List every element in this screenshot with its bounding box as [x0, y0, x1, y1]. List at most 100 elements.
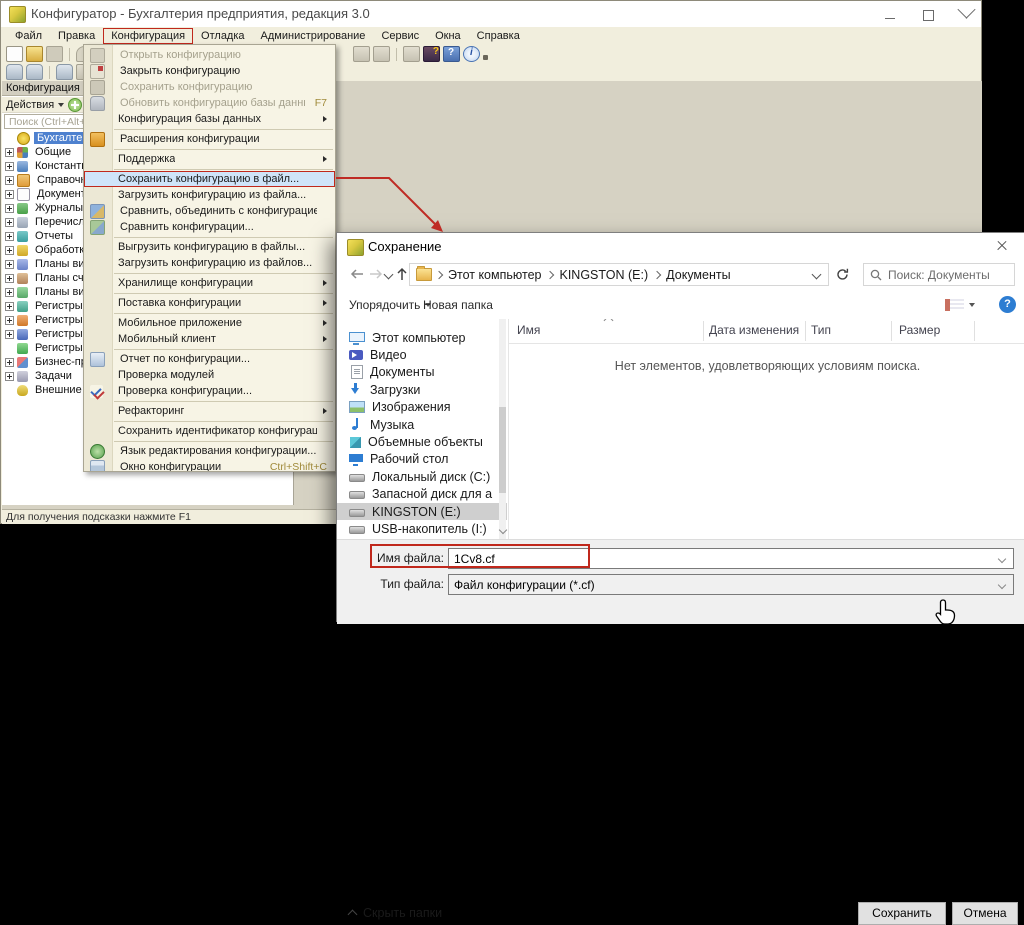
menu-item[interactable]: Закрыть конфигурацию: [84, 63, 335, 79]
up-button[interactable]: [395, 267, 409, 281]
back-button[interactable]: [349, 267, 365, 281]
navigation-item[interactable]: Загрузки: [337, 381, 507, 398]
menu-item[interactable]: Расширения конфигурации: [84, 131, 335, 147]
toolbar-overflow-button[interactable]: [483, 55, 488, 60]
menu-item[interactable]: Сравнить конфигурации...: [84, 219, 335, 235]
organize-button[interactable]: Упорядочить: [349, 298, 431, 312]
menu-bar-item[interactable]: Справка: [469, 28, 528, 44]
menu-item[interactable]: Проверка конфигурации...: [84, 383, 335, 399]
refresh-button[interactable]: [835, 267, 850, 282]
about-icon[interactable]: [463, 46, 480, 62]
navigation-item[interactable]: Этот компьютер: [337, 329, 507, 346]
file-name-input[interactable]: 1Cv8.cf: [448, 548, 1014, 569]
menu-bar-item[interactable]: Отладка: [193, 28, 252, 44]
expand-icon[interactable]: [5, 204, 14, 213]
menu-item[interactable]: Окно конфигурации Ctrl+Shift+C: [84, 459, 335, 472]
menu-item[interactable]: Выгрузить конфигурацию в файлы...: [84, 239, 335, 255]
menu-item[interactable]: Сравнить, объединить с конфигурацией из …: [84, 203, 335, 219]
column-header-type[interactable]: Тип: [811, 323, 831, 337]
column-header-date[interactable]: Дата изменения: [709, 323, 799, 337]
menu-item[interactable]: Обновить конфигурацию базы данных F7: [84, 95, 335, 111]
menu-item[interactable]: Язык редактирования конфигурации...: [84, 443, 335, 459]
expand-icon[interactable]: [5, 260, 14, 269]
recent-locations-button[interactable]: [384, 270, 394, 280]
breadcrumb-item[interactable]: Документы: [660, 268, 736, 282]
navigation-item[interactable]: Документы: [337, 364, 507, 381]
forward-button[interactable]: [368, 267, 384, 281]
address-dropdown-button[interactable]: [812, 270, 822, 280]
navigation-item[interactable]: Видео: [337, 346, 507, 363]
cancel-button[interactable]: Отмена: [952, 902, 1018, 925]
navigation-item[interactable]: KINGSTON (E:): [337, 503, 507, 520]
navigation-item[interactable]: Музыка: [337, 416, 507, 433]
view-mode-button[interactable]: [945, 299, 975, 311]
hide-folders-button[interactable]: Скрыть папки: [349, 906, 442, 920]
find-icon[interactable]: [353, 46, 370, 62]
navigation-item[interactable]: Рабочий стол: [337, 451, 507, 468]
column-header-size[interactable]: Размер: [899, 323, 940, 337]
navigation-item[interactable]: Локальный диск (C:): [337, 468, 507, 485]
menu-item[interactable]: Проверка модулей: [84, 367, 335, 383]
menu-item[interactable]: Рефакторинг: [84, 403, 335, 419]
new-folder-button[interactable]: Новая папка: [423, 298, 493, 312]
menu-item[interactable]: Поставка конфигурации: [84, 295, 335, 311]
navigation-item[interactable]: Запасной диск для а: [337, 486, 507, 503]
menu-item[interactable]: Поддержка: [84, 151, 335, 167]
menu-item[interactable]: Загрузить конфигурацию из файлов...: [84, 255, 335, 271]
menu-item[interactable]: Конфигурация базы данных: [84, 111, 335, 127]
configuration-storage-icon[interactable]: [6, 64, 23, 80]
expand-icon[interactable]: [5, 246, 14, 255]
expand-icon[interactable]: [5, 176, 14, 185]
menu-item[interactable]: Отчет по конфигурации...: [84, 351, 335, 367]
expand-icon[interactable]: [5, 302, 14, 311]
breadcrumb-item[interactable]: Этот компьютер: [442, 268, 547, 282]
menu-item[interactable]: Сохранить конфигурацию: [84, 79, 335, 95]
menu-item[interactable]: Мобильное приложение: [84, 315, 335, 331]
menu-item[interactable]: Мобильный клиент: [84, 331, 335, 347]
expand-icon[interactable]: [5, 330, 14, 339]
expand-icon[interactable]: [5, 316, 14, 325]
windows-icon[interactable]: [403, 46, 420, 62]
column-header-name[interactable]: Имя: [517, 323, 540, 337]
dialog-close-button[interactable]: [989, 238, 1015, 254]
sidebar-scrollbar[interactable]: [499, 319, 506, 539]
help-button[interactable]: ?: [999, 296, 1016, 313]
expand-icon[interactable]: [5, 218, 14, 227]
find-next-icon[interactable]: [373, 46, 390, 62]
scroll-down-icon[interactable]: [499, 526, 507, 534]
database-icon[interactable]: [26, 64, 43, 80]
add-icon[interactable]: [68, 98, 82, 112]
menu-item[interactable]: Сохранить конфигурацию в файл...: [84, 171, 335, 187]
navigation-item[interactable]: Объемные объекты: [337, 433, 507, 450]
expand-icon[interactable]: [5, 274, 14, 283]
minimize-button[interactable]: [877, 9, 903, 21]
menu-item[interactable]: Открыть конфигурацию: [84, 47, 335, 63]
navigation-item[interactable]: Изображения: [337, 399, 507, 416]
menu-bar-item[interactable]: Окна: [427, 28, 469, 44]
expand-icon[interactable]: [5, 358, 14, 367]
breadcrumb-item[interactable]: KINGSTON (E:): [553, 268, 654, 282]
breadcrumb[interactable]: Этот компьютер KINGSTON (E:) Документы: [409, 263, 829, 286]
maximize-button[interactable]: [915, 9, 941, 21]
menu-item[interactable]: Сохранить идентификатор конфигурации в ф…: [84, 423, 335, 439]
menu-bar-item[interactable]: Правка: [50, 28, 103, 44]
close-button[interactable]: [953, 9, 979, 25]
expand-icon[interactable]: [5, 190, 14, 199]
open-icon[interactable]: [26, 46, 43, 62]
actions-button[interactable]: Действия: [6, 99, 54, 111]
menu-item[interactable]: Хранилище конфигурации: [84, 275, 335, 291]
navigation-item[interactable]: USB-накопитель (I:): [337, 520, 507, 537]
menu-bar-item[interactable]: Сервис: [373, 28, 427, 44]
file-type-select[interactable]: Файл конфигурации (*.cf): [448, 574, 1014, 595]
expand-icon[interactable]: [5, 288, 14, 297]
syntax-helper-icon[interactable]: [423, 46, 440, 62]
search-input[interactable]: Поиск: Документы: [863, 263, 1015, 286]
menu-item[interactable]: Загрузить конфигурацию из файла...: [84, 187, 335, 203]
expand-icon[interactable]: [5, 372, 14, 381]
menu-bar-item[interactable]: Файл: [7, 28, 50, 44]
new-document-icon[interactable]: [6, 46, 23, 62]
scrollbar-thumb[interactable]: [499, 407, 506, 493]
help-contents-icon[interactable]: [443, 46, 460, 62]
save-icon[interactable]: [46, 46, 63, 62]
expand-icon[interactable]: [5, 148, 14, 157]
